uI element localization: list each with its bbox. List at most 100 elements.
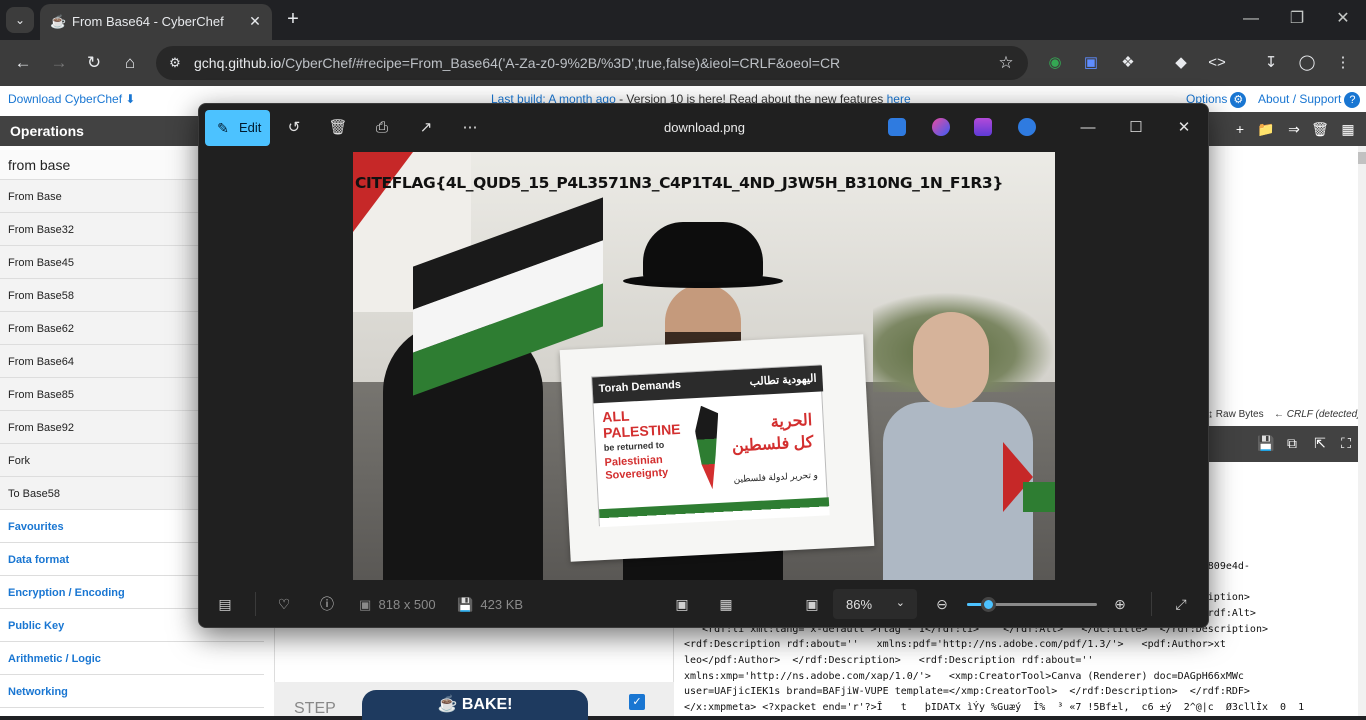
output-line: user=UAFjicIEK1s brand=BAFjiW-VUPE templ…	[684, 686, 1250, 698]
text-scan-icon[interactable]: ▦	[716, 594, 736, 614]
output-line: xmlns:xmp='http://ns.adobe.com/xap/1.0/'…	[684, 670, 1244, 682]
back-icon[interactable]: ←	[12, 52, 34, 74]
incognito-icon[interactable]: ◆	[1170, 52, 1192, 74]
filmstrip-icon[interactable]: ▤	[215, 594, 235, 614]
maximize-icon[interactable]: ☐	[1125, 117, 1147, 139]
browser-tab-strip: ⌄ ☕ From Base64 - CyberChef ✕ + — ❐ ✕	[0, 0, 1366, 40]
dimensions-label: ▣ 818 x 500	[359, 597, 436, 612]
clipchamp-app-icon[interactable]	[974, 118, 992, 136]
tab-search-button[interactable]: ⌄	[6, 7, 34, 33]
category-arithmetic[interactable]: Arithmetic / Logic	[0, 642, 264, 675]
new-tab-button[interactable]: +	[282, 8, 304, 30]
chef-icon: ☕	[437, 696, 462, 713]
open-file-icon[interactable]: ⇒	[1284, 120, 1304, 138]
input-textarea[interactable]	[1208, 146, 1366, 410]
open-folder-icon[interactable]: 📁	[1256, 120, 1276, 138]
zoom-out-icon[interactable]: ⊖	[932, 594, 952, 614]
sign-arabic-small: و تحرير لدولة فلسطين	[733, 469, 819, 485]
close-icon[interactable]: ✕	[246, 12, 264, 30]
home-icon[interactable]: ⌂	[119, 52, 141, 74]
edit-button[interactable]: ✎ Edit	[205, 110, 270, 146]
gear-icon: ⚙	[1230, 92, 1247, 108]
clear-input-icon[interactable]: 🗑	[1310, 120, 1330, 138]
sign-returned: be returned to	[603, 439, 665, 453]
save-icon[interactable]: 💾	[1256, 434, 1276, 452]
share-icon[interactable]: ↗	[415, 117, 437, 139]
viewer-bottom-bar: ▤ ♡ ⓘ ▣ 818 x 500 💾 423 KB ▣ ▦ ▣ 86% ⌄ ⊖…	[199, 580, 1208, 627]
code-icon[interactable]: <>	[1206, 52, 1228, 74]
shield-extension-icon[interactable]: ◉	[1044, 52, 1066, 74]
visual-search-icon[interactable]: ▣	[672, 594, 692, 614]
designer-app-icon[interactable]	[932, 118, 950, 136]
scrollbar[interactable]	[1358, 146, 1366, 716]
forward-icon[interactable]: →	[48, 52, 70, 74]
minimize-icon[interactable]: —	[1077, 117, 1099, 139]
palestinian-flag-left	[413, 197, 603, 396]
output-line: leo</pdf:Author> </rdf:Description> <rdf…	[684, 654, 1094, 666]
bookmark-star-icon[interactable]: ☆	[996, 53, 1016, 73]
close-icon[interactable]: ✕	[1173, 117, 1195, 139]
output-toolbar: 💾 ⧉ ⇱ ⛶	[1208, 426, 1366, 462]
protest-sign: Torah Demands اليهودية تطالب ALL PALESTIN…	[559, 334, 875, 562]
more-options-icon[interactable]: ⋯	[459, 117, 481, 139]
photo-editor-app-icon[interactable]	[888, 118, 906, 136]
restore-icon[interactable]: ❐	[1286, 8, 1308, 30]
input-status-bar: ↨ Raw Bytes ← CRLF (detected)	[1200, 406, 1366, 424]
reload-icon[interactable]: ↻	[83, 52, 105, 74]
image-flag-caption: CITEFLAG{4L_QUD5_15_P4L3571N3_C4P1T4L_4N…	[355, 174, 1003, 192]
divider	[1151, 592, 1152, 616]
chef-hat-icon: ☕	[50, 14, 67, 29]
raw-bytes-label[interactable]: ↨ Raw Bytes	[1208, 409, 1264, 420]
help-icon: ?	[1344, 92, 1361, 108]
displayed-photo: Torah Demands اليهودية تطالب ALL PALESTIN…	[353, 152, 1055, 580]
output-line: </x:xmpmeta> <?xpacket end='r'?>Î t þIDA…	[684, 701, 1305, 713]
zoom-dropdown[interactable]: 86% ⌄	[833, 589, 917, 619]
fullscreen-icon[interactable]: ⤢	[1171, 594, 1191, 614]
rotate-icon[interactable]: ↺	[283, 117, 305, 139]
print-icon[interactable]: ⎙	[371, 117, 393, 139]
zoom-slider[interactable]	[967, 597, 1097, 612]
step-button[interactable]: STEP	[294, 700, 336, 718]
download-icon[interactable]: ↧	[1260, 52, 1282, 74]
eol-label[interactable]: ← CRLF (detected)	[1274, 409, 1361, 420]
onedrive-off-icon[interactable]	[1018, 118, 1036, 136]
sign-arabic-text: الحرية كل فلسطين	[731, 411, 814, 456]
tab-title: From Base64 - CyberChef	[72, 14, 224, 29]
about-support-link[interactable]: About / Support?	[1258, 92, 1361, 108]
favorite-heart-icon[interactable]: ♡	[274, 594, 294, 614]
replace-input-icon[interactable]: ⇱	[1310, 434, 1330, 452]
delete-icon[interactable]: 🗑	[327, 117, 349, 139]
maximize-output-icon[interactable]: ⛶	[1336, 434, 1356, 452]
profile-icon[interactable]: ◯	[1296, 52, 1318, 74]
minimize-icon[interactable]: —	[1240, 8, 1262, 30]
divider	[255, 592, 256, 616]
layout-icon[interactable]: ▦	[1338, 120, 1358, 138]
copy-icon[interactable]: ⧉	[1282, 434, 1302, 452]
download-cyberchef-link[interactable]: Download CyberChef ⬇	[8, 92, 135, 106]
photo-viewer-window: ✎ Edit ↺ 🗑 ⎙ ↗ ⋯ download.png — ☐ ✕ Tora…	[198, 103, 1209, 628]
browser-toolbar: ← → ↻ ⌂ ⚙ gchq.github.io/CyberChef/#reci…	[0, 40, 1366, 86]
scrollbar-thumb[interactable]	[1358, 152, 1366, 164]
actual-size-icon[interactable]: ▣	[802, 594, 822, 614]
sign-flag-stripe	[599, 497, 830, 528]
auto-bake-checkbox[interactable]: ✓	[629, 694, 645, 710]
info-icon[interactable]: ⓘ	[317, 594, 337, 614]
file-name-title: download.png	[664, 120, 745, 135]
zoom-in-icon[interactable]: ⊕	[1110, 594, 1130, 614]
browser-tab-active[interactable]: ☕ From Base64 - CyberChef ✕	[40, 4, 272, 40]
window-close-icon[interactable]: ✕	[1332, 8, 1354, 30]
url-text[interactable]: gchq.github.io/CyberChef/#recipe=From_Ba…	[194, 55, 840, 71]
address-bar[interactable]: ⚙ gchq.github.io/CyberChef/#recipe=From_…	[156, 46, 1028, 80]
bitwarden-icon[interactable]: ▣	[1080, 52, 1102, 74]
zoom-slider-thumb[interactable]	[980, 597, 996, 612]
site-info-icon[interactable]: ⚙	[166, 54, 184, 72]
category-networking[interactable]: Networking	[0, 675, 264, 708]
extensions-icon[interactable]: ❖	[1117, 52, 1139, 74]
chevron-down-icon: ⌄	[895, 597, 905, 609]
sign-sovereignty: Palestinian Sovereignty	[604, 453, 669, 482]
file-size-label: 💾 423 KB	[457, 597, 524, 612]
sign-all-palestine: ALL PALESTINE	[601, 407, 681, 441]
add-input-icon[interactable]: +	[1230, 120, 1250, 138]
sign-header: Torah Demands اليهودية تطالب	[592, 365, 824, 404]
menu-icon[interactable]: ⋮	[1332, 52, 1354, 74]
